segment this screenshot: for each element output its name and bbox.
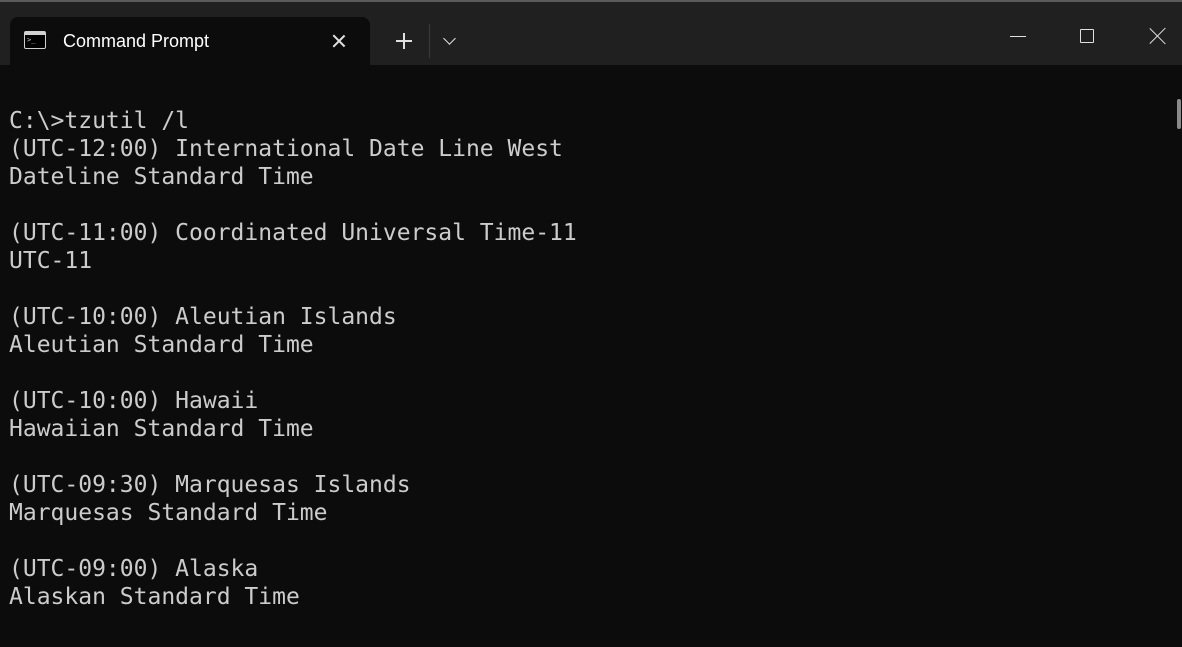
output-line: Aleutian Standard Time [9,332,314,358]
new-tab-button[interactable] [388,26,420,56]
output-line: Hawaiian Standard Time [9,416,314,442]
tab-command-prompt[interactable]: >_ Command Prompt [10,17,370,65]
minimize-icon [1010,36,1026,38]
close-tab-icon[interactable] [326,28,352,54]
chevron-down-icon[interactable] [436,26,464,56]
output-line: (UTC-09:00) Alaska [9,556,259,582]
terminal-icon-bar [25,32,45,35]
output-line: UTC-11 [9,248,93,274]
terminal-icon-prompt: >_ [27,36,36,44]
title-bar[interactable]: >_ Command Prompt [0,0,1182,65]
output-line: (UTC-10:00) Hawaii [9,388,259,414]
terminal-output[interactable]: C:\>tzutil /l (UTC-12:00) International … [0,65,1172,647]
output-line: (UTC-12:00) International Date Line West [9,136,563,162]
tab-separator [429,24,430,58]
scrollbar[interactable] [1172,65,1182,647]
scrollbar-thumb[interactable] [1177,99,1181,129]
output-line: (UTC-09:30) Marquesas Islands [9,472,411,498]
close-window-button[interactable] [1126,10,1182,58]
output-line: Dateline Standard Time [9,164,314,190]
output-line: (UTC-10:00) Aleutian Islands [9,304,397,330]
output-line: Alaskan Standard Time [9,584,300,610]
tab-title: Command Prompt [63,31,210,51]
window-top-border [0,0,1182,2]
output-line: Marquesas Standard Time [9,500,328,526]
maximize-icon [1080,29,1094,43]
terminal-icon: >_ [24,31,46,49]
minimize-button[interactable] [988,10,1048,58]
output-line: (UTC-11:00) Coordinated Universal Time-1… [9,220,577,246]
command-line: C:\>tzutil /l [9,108,190,134]
close-icon [1149,27,1167,45]
maximize-button[interactable] [1058,10,1118,58]
terminal-window: >_ Command Prompt C:\>tzutil /l (UTC-12:… [0,0,1182,647]
